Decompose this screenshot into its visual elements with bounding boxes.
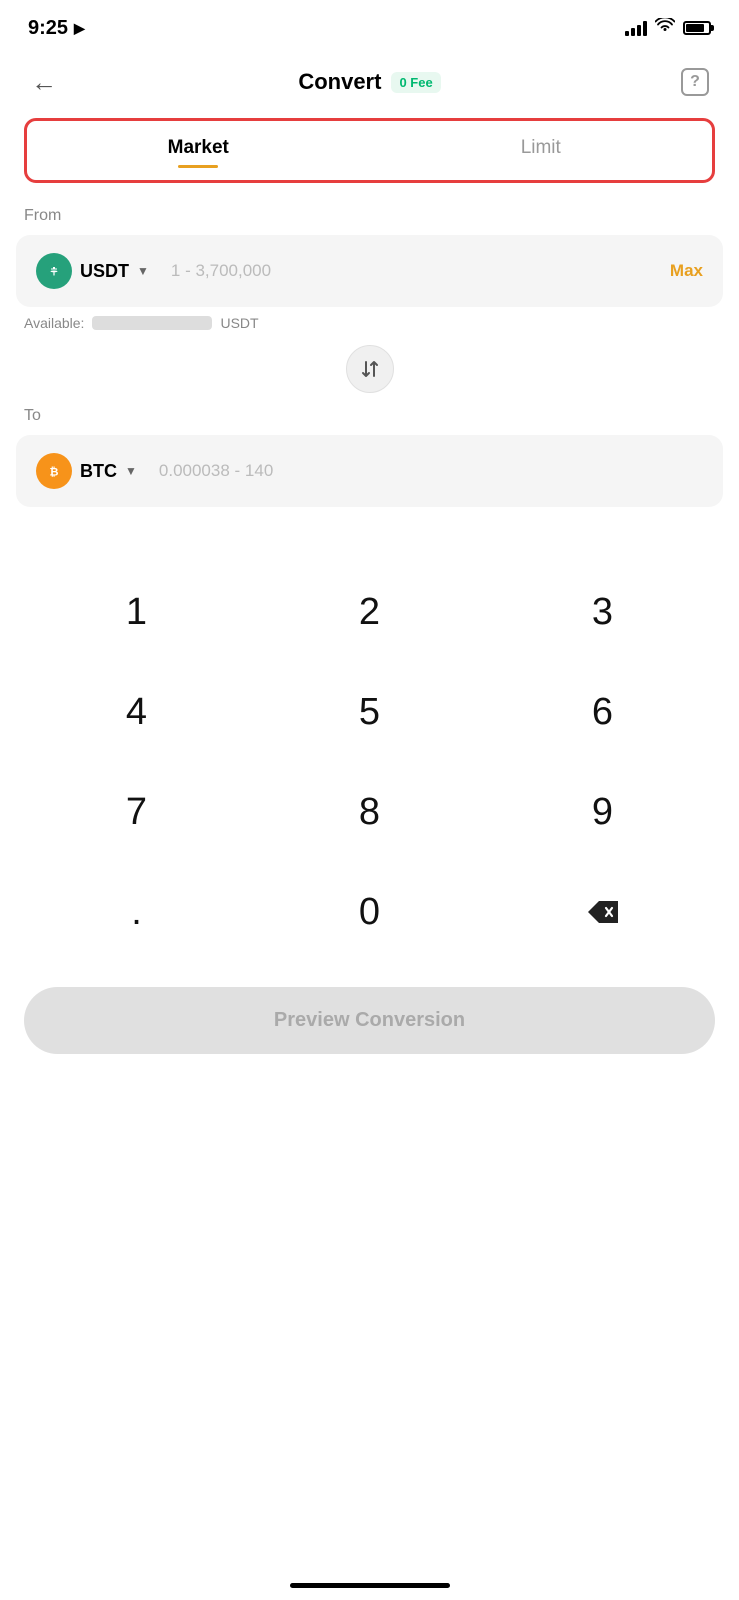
keypad-row-2: 4 5 6	[20, 667, 719, 757]
tab-market-label: Market	[27, 137, 370, 159]
to-currency-selector[interactable]: ₿ BTC ▼	[36, 453, 137, 489]
max-button[interactable]: Max	[670, 261, 703, 281]
from-currency-name: USDT	[80, 261, 129, 282]
key-8[interactable]: 8	[270, 767, 470, 857]
key-7[interactable]: 7	[37, 767, 237, 857]
backspace-icon	[586, 899, 620, 925]
key-2[interactable]: 2	[270, 567, 470, 657]
swap-button[interactable]	[346, 345, 394, 393]
to-label: To	[24, 407, 715, 425]
wifi-icon	[655, 18, 675, 39]
key-5[interactable]: 5	[270, 667, 470, 757]
key-4[interactable]: 4	[37, 667, 237, 757]
status-icons	[625, 18, 711, 39]
preview-conversion-button[interactable]: Preview Conversion	[24, 987, 715, 1054]
tab-market-underline	[178, 165, 218, 168]
to-currency-name: BTC	[80, 461, 117, 482]
from-amount-placeholder[interactable]: 1 - 3,700,000	[161, 261, 658, 281]
to-chevron-icon: ▼	[125, 464, 137, 478]
from-currency-box[interactable]: USDT ▼ 1 - 3,700,000 Max	[16, 235, 723, 307]
svg-text:₿: ₿	[50, 467, 59, 479]
header: ← Convert 0 Fee ?	[0, 52, 739, 118]
battery-icon	[683, 21, 711, 35]
keypad-row-3: 7 8 9	[20, 767, 719, 857]
key-1[interactable]: 1	[37, 567, 237, 657]
from-currency-selector[interactable]: USDT ▼	[36, 253, 149, 289]
back-icon: ←	[31, 67, 57, 98]
page-title: Convert	[298, 69, 381, 95]
available-row: Available: USDT	[24, 315, 715, 331]
signal-icon	[625, 20, 647, 36]
back-button[interactable]: ←	[24, 62, 64, 102]
tab-limit-label: Limit	[370, 137, 713, 159]
status-bar: 9:25 ▶	[0, 0, 739, 52]
usdt-icon	[36, 253, 72, 289]
to-amount-placeholder[interactable]: 0.000038 - 140	[149, 461, 703, 481]
available-value-placeholder	[92, 316, 212, 330]
help-icon: ?	[681, 68, 709, 96]
available-currency: USDT	[220, 315, 258, 331]
from-chevron-icon: ▼	[137, 264, 149, 278]
available-label: Available:	[24, 315, 84, 331]
tab-limit[interactable]: Limit	[370, 121, 713, 180]
home-indicator	[290, 1583, 450, 1588]
from-label: From	[24, 207, 715, 225]
keypad-row-1: 1 2 3	[20, 567, 719, 657]
key-decimal[interactable]: .	[37, 867, 237, 957]
btc-icon: ₿	[36, 453, 72, 489]
key-3[interactable]: 3	[503, 567, 703, 657]
tab-switcher: Market Limit	[24, 118, 715, 183]
keypad: 1 2 3 4 5 6 7 8 9 . 0	[0, 567, 739, 957]
header-center: Convert 0 Fee	[298, 69, 440, 95]
keypad-row-4: . 0	[20, 867, 719, 957]
location-icon: ▶	[74, 20, 85, 37]
key-6[interactable]: 6	[503, 667, 703, 757]
key-9[interactable]: 9	[503, 767, 703, 857]
swap-container	[0, 345, 739, 393]
to-currency-box[interactable]: ₿ BTC ▼ 0.000038 - 140	[16, 435, 723, 507]
help-button[interactable]: ?	[675, 62, 715, 102]
key-backspace[interactable]	[503, 867, 703, 957]
swap-icon	[359, 358, 381, 380]
tab-market[interactable]: Market	[27, 121, 370, 180]
status-time: 9:25 ▶	[28, 17, 85, 40]
key-0[interactable]: 0	[270, 867, 470, 957]
preview-btn-container: Preview Conversion	[0, 967, 739, 1078]
fee-badge: 0 Fee	[391, 72, 440, 93]
